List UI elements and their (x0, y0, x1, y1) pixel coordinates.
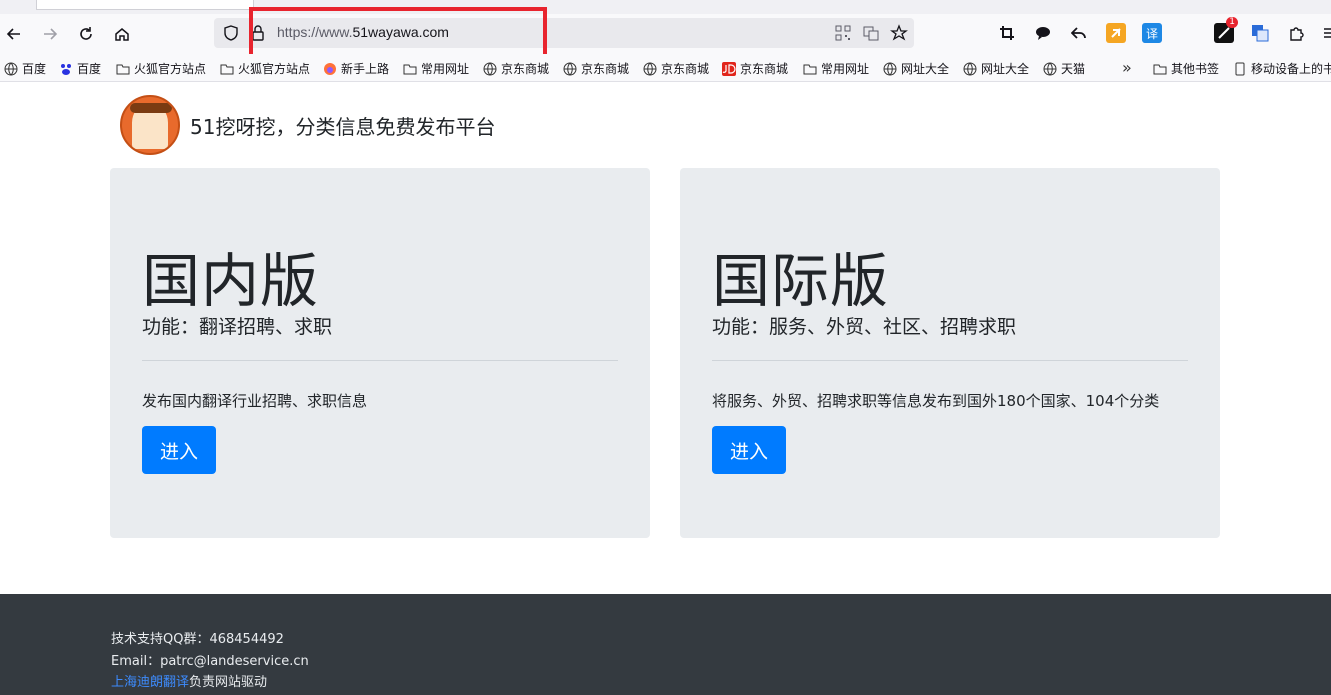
bookmark-label: 移动设备上的书签 (1251, 62, 1331, 76)
bookmark-label: 京东商城 (661, 62, 710, 76)
bookmark-label: 新手上路 (341, 62, 390, 76)
screenshot-crop-icon[interactable] (997, 23, 1017, 43)
extensions-puzzle-icon[interactable] (1286, 23, 1306, 43)
bookmark-item[interactable]: 网址大全 (883, 60, 949, 77)
bookmark-label: 网址大全 (901, 62, 950, 76)
globe-icon (563, 62, 577, 75)
bookmark-label: 常用网址 (821, 62, 870, 76)
bookmark-label: 火狐官方站点 (238, 62, 311, 76)
baidu-paw-icon (61, 63, 71, 75)
back-arrow-icon (6, 28, 20, 40)
folder-icon (803, 64, 817, 74)
bookmark-label: 其他书签 (1171, 62, 1220, 76)
globe-icon (883, 62, 897, 75)
footer-powered-by: 上海迪朗翻译负责网站驱动 (111, 671, 267, 690)
site-logo[interactable] (120, 95, 180, 155)
bookmark-item[interactable]: 移动设备上的书签 (1233, 60, 1331, 77)
bookmark-item[interactable]: 火狐官方站点 (116, 60, 206, 77)
bookmark-item[interactable]: 天猫 (1043, 60, 1085, 77)
globe-icon (963, 62, 977, 75)
extension-dark-icon[interactable]: 1 (1214, 17, 1238, 43)
home-button[interactable] (110, 22, 134, 46)
bookmark-item[interactable]: 京东商城 (722, 60, 788, 77)
globe-icon (4, 62, 18, 75)
bookmark-item[interactable]: 网址大全 (963, 60, 1029, 77)
bookmark-item[interactable]: 百度 (59, 60, 101, 77)
bookmark-item[interactable]: 百度 (4, 60, 46, 77)
bookmark-item[interactable]: 常用网址 (403, 60, 469, 77)
folder-icon (116, 64, 130, 74)
folder-icon (403, 64, 417, 74)
browser-tab[interactable] (36, 0, 254, 10)
forward-arrow-icon (44, 28, 58, 40)
chat-bubble-icon[interactable] (1033, 23, 1053, 43)
translate-a-icon[interactable] (1250, 23, 1270, 43)
bookmark-item[interactable]: 京东商城 (643, 60, 709, 77)
card-description: 将服务、外贸、招聘求职等信息发布到国外180个国家、104个分类 (712, 392, 1160, 410)
card-description: 发布国内翻译行业招聘、求职信息 (142, 392, 368, 410)
bookmark-item[interactable]: 火狐官方站点 (220, 60, 310, 77)
footer-qq-group: 技术支持QQ群：468454492 (111, 632, 284, 647)
extension-orange-icon[interactable] (1106, 23, 1126, 43)
reply-arrow-icon[interactable] (1069, 23, 1089, 43)
tab-strip (0, 0, 1331, 14)
logo-hat (130, 103, 172, 113)
folder-icon (1153, 64, 1167, 74)
card-divider (712, 360, 1188, 361)
browser-toolbar: https://www.51wayawa.com 译 1 (0, 14, 1331, 54)
reload-icon (80, 27, 92, 40)
bookmark-label: 网址大全 (981, 62, 1030, 76)
menu-hamburger-icon[interactable] (1320, 23, 1331, 43)
bookmark-item[interactable]: 新手上路 (323, 60, 389, 77)
translate-extension-label: 译 (1145, 26, 1158, 41)
bookmark-label: 火狐官方站点 (134, 62, 207, 76)
globe-icon (1043, 62, 1057, 75)
globe-icon (643, 62, 657, 75)
bookmark-item[interactable]: 京东商城 (563, 60, 629, 77)
bookmark-label: 京东商城 (581, 62, 630, 76)
bookmark-label: 常用网址 (421, 62, 470, 76)
firefox-icon (324, 62, 336, 75)
translate-extension-icon[interactable]: 译 (1142, 23, 1162, 43)
forward-button[interactable] (38, 22, 62, 46)
bookmark-item[interactable]: 常用网址 (803, 60, 869, 77)
enter-domestic-button[interactable]: 进入 (142, 426, 216, 474)
bookmark-label: 京东商城 (740, 62, 789, 76)
page-translate-icon[interactable] (862, 24, 880, 42)
qr-code-icon[interactable] (834, 24, 852, 42)
footer-email: Email：patrc@landeservice.cn (111, 654, 309, 669)
shield-icon[interactable] (222, 24, 240, 42)
bookmark-label: 百度 (22, 62, 47, 76)
domestic-card: 国内版 功能：翻译招聘、求职 发布国内翻译行业招聘、求职信息 进入 (110, 168, 650, 538)
mobile-icon (1235, 62, 1245, 75)
bookmarks-overflow-chevron-icon[interactable]: » (1122, 58, 1132, 77)
card-subtitle: 功能：服务、外贸、社区、招聘求职 (712, 316, 1017, 338)
folder-icon (220, 64, 234, 74)
bookmark-label: 天猫 (1061, 62, 1086, 76)
bookmarks-toolbar: 百度 百度 火狐官方站点 火狐官方站点 新手上路 常用网址 京东商城 京东商城 … (0, 54, 1331, 82)
extension-badge: 1 (1226, 17, 1238, 28)
footer-company-link[interactable]: 上海迪朗翻译 (111, 675, 189, 690)
home-icon (115, 28, 129, 41)
bookmark-item[interactable]: 其他书签 (1153, 60, 1219, 77)
card-title: 国际版 (712, 247, 890, 315)
card-divider (142, 360, 618, 361)
back-button[interactable] (2, 22, 26, 46)
footer-powered-suffix: 负责网站驱动 (189, 675, 268, 690)
bookmark-label: 百度 (77, 62, 102, 76)
card-title: 国内版 (142, 247, 320, 315)
jd-icon (722, 61, 736, 76)
site-title: 51挖呀挖，分类信息免费发布平台 (190, 114, 496, 139)
site-header: 51挖呀挖，分类信息免费发布平台 (120, 95, 495, 155)
card-subtitle: 功能：翻译招聘、求职 (142, 316, 333, 338)
international-card: 国际版 功能：服务、外贸、社区、招聘求职 将服务、外贸、招聘求职等信息发布到国外… (680, 168, 1220, 538)
bookmark-star-icon[interactable] (890, 24, 908, 42)
globe-icon (483, 62, 497, 75)
bookmark-label: 京东商城 (501, 62, 550, 76)
bookmark-item[interactable]: 京东商城 (483, 60, 549, 77)
reload-button[interactable] (74, 22, 98, 46)
site-footer: 技术支持QQ群：468454492 Email：patrc@landeservi… (0, 594, 1331, 695)
enter-international-button[interactable]: 进入 (712, 426, 786, 474)
